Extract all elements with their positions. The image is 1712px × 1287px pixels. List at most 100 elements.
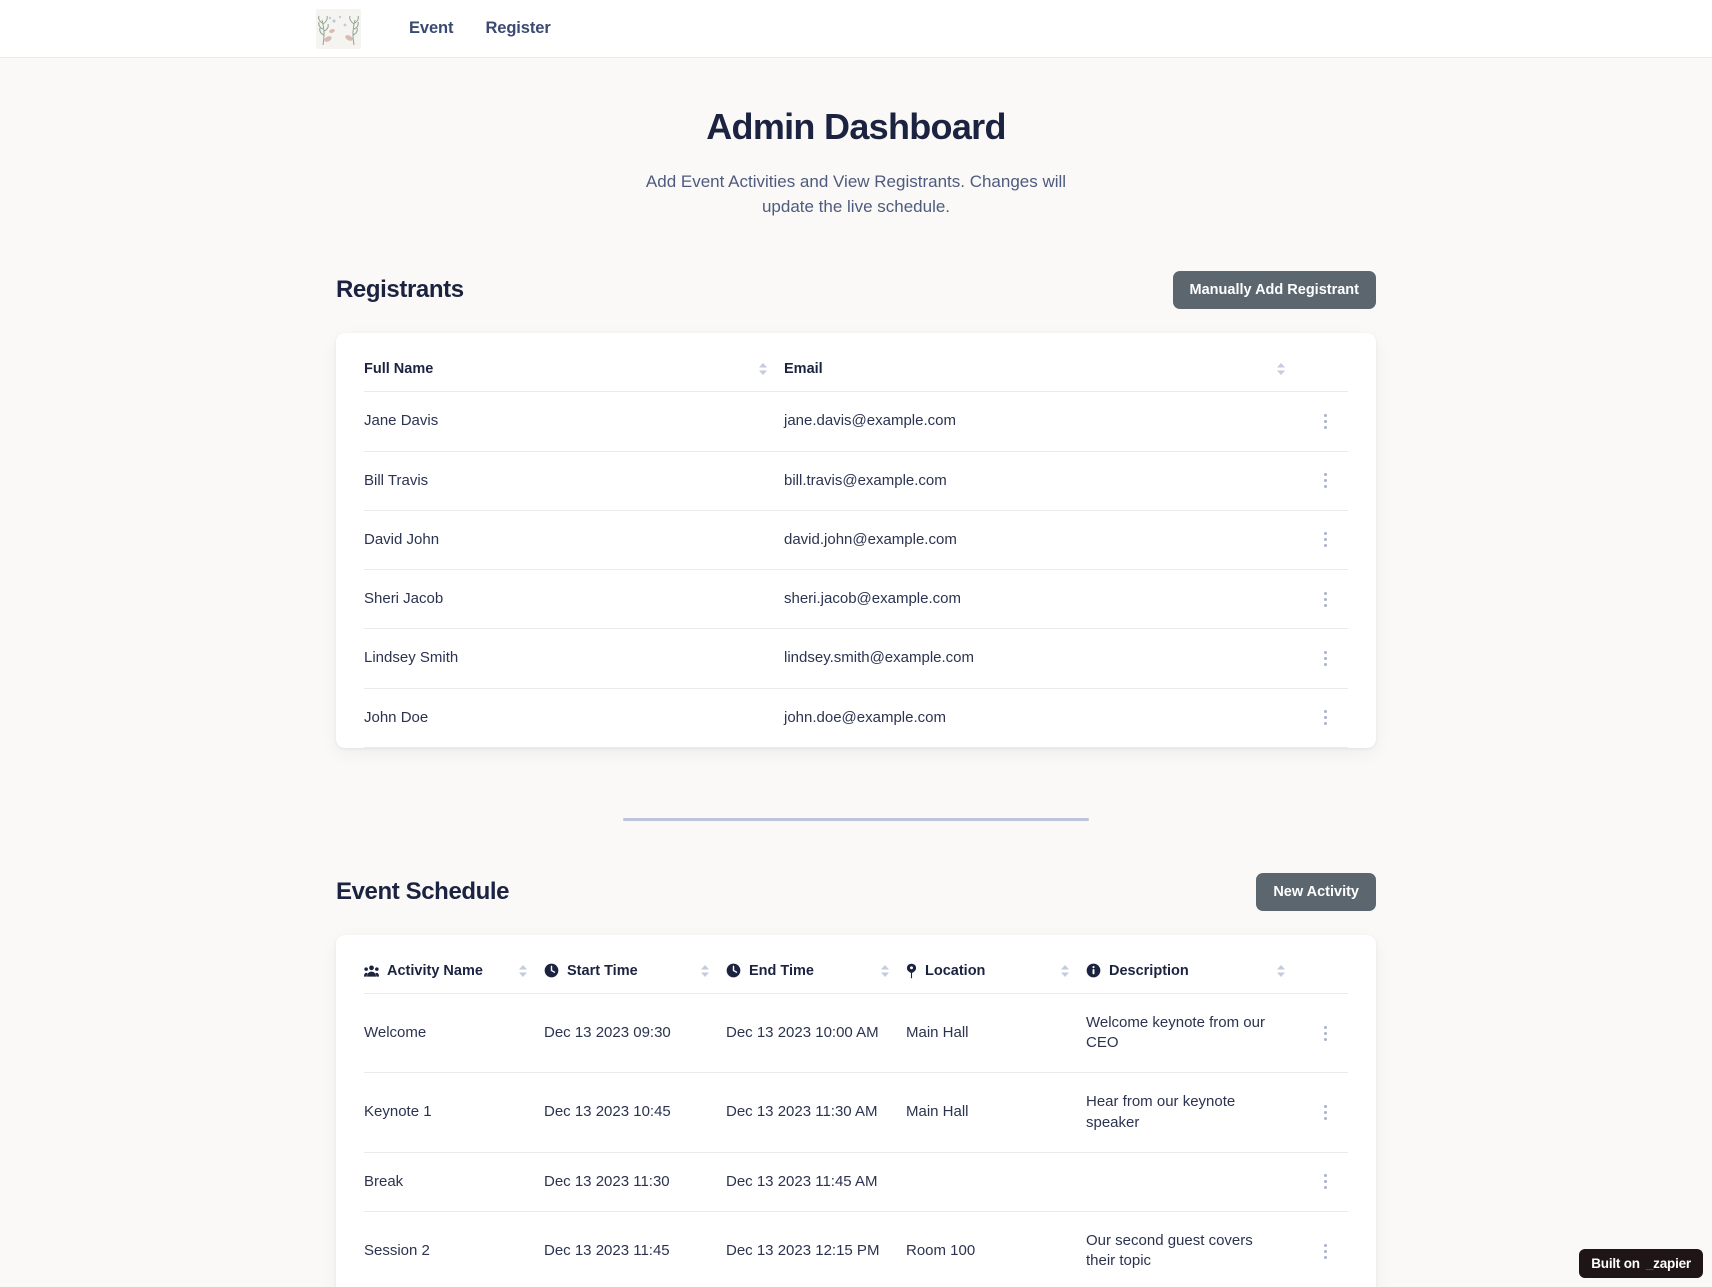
registrants-table: Full Name Email Jane Davis jane.davis@ex… — [364, 333, 1348, 748]
column-label: Location — [925, 962, 986, 979]
column-header-description[interactable]: Description — [1086, 934, 1302, 994]
row-actions-menu-icon[interactable] — [1302, 473, 1348, 489]
built-on-zapier-badge[interactable]: Built on _zapier — [1579, 1249, 1703, 1278]
page-header: Admin Dashboard Add Event Activities and… — [0, 58, 1712, 219]
sort-chevrons-icon[interactable] — [700, 964, 710, 978]
row-actions-menu-icon[interactable] — [1302, 1025, 1348, 1041]
cell-end-time: Dec 13 2023 10:00 AM — [726, 993, 906, 1074]
cell-activity-name: Session 2 — [364, 1211, 544, 1287]
event-schedule-table: Activity Name Start Time End Time Location D… — [364, 934, 1348, 1287]
clock-icon — [544, 963, 559, 978]
cell-email: john.doe@example.com — [784, 688, 1302, 748]
cell-full-name: Jane Davis — [364, 391, 784, 452]
table-row: Break Dec 13 2023 11:30 Dec 13 2023 11:45 … — [364, 1152, 1348, 1213]
nav-link-event[interactable]: Event — [409, 19, 454, 38]
cell-full-name: David John — [364, 510, 784, 571]
sort-chevrons-icon[interactable] — [880, 964, 890, 978]
cell-actions[interactable] — [1302, 993, 1348, 1074]
event-schedule-title: Event Schedule — [336, 877, 510, 905]
cell-email: david.john@example.com — [784, 510, 1302, 571]
cell-full-name: Sheri Jacob — [364, 569, 784, 630]
map-pin-icon — [906, 963, 917, 979]
column-label: End Time — [749, 962, 814, 979]
sort-chevrons-icon[interactable] — [518, 964, 528, 978]
row-actions-menu-icon[interactable] — [1302, 650, 1348, 666]
column-header-location[interactable]: Location — [906, 934, 1086, 994]
nav-links: Event Register — [409, 19, 551, 38]
cell-activity-name: Break — [364, 1152, 544, 1213]
column-header-actions — [1302, 333, 1348, 393]
table-row: Sheri Jacob sheri.jacob@example.com — [364, 569, 1348, 630]
info-icon — [1086, 963, 1101, 978]
column-label: Activity Name — [387, 962, 483, 979]
site-logo[interactable] — [316, 8, 361, 49]
column-label: Start Time — [567, 962, 638, 979]
cell-description: Our second guest covers their topic — [1086, 1211, 1302, 1287]
registrants-table-body: Jane Davis jane.davis@example.com Bill Tra… — [364, 391, 1348, 748]
cell-end-time: Dec 13 2023 12:15 PM — [726, 1211, 906, 1287]
cell-actions[interactable] — [1302, 688, 1348, 748]
new-activity-button[interactable]: New Activity — [1256, 872, 1376, 911]
column-header-start-time[interactable]: Start Time — [544, 934, 726, 994]
nav-link-register[interactable]: Register — [485, 19, 550, 38]
cell-activity-name: Welcome — [364, 993, 544, 1074]
column-label: Description — [1109, 962, 1189, 979]
row-actions-menu-icon[interactable] — [1302, 1105, 1348, 1121]
column-label-email: Email — [784, 361, 823, 378]
row-actions-menu-icon[interactable] — [1302, 413, 1348, 429]
table-row: David John david.john@example.com — [364, 510, 1348, 571]
column-header-actions — [1302, 934, 1348, 994]
cell-full-name: Lindsey Smith — [364, 628, 784, 689]
row-actions-menu-icon[interactable] — [1302, 591, 1348, 607]
cell-location: Main Hall — [906, 1072, 1086, 1153]
cell-actions[interactable] — [1302, 1072, 1348, 1153]
sort-chevrons-icon[interactable] — [1060, 964, 1070, 978]
column-header-full-name[interactable]: Full Name — [364, 333, 784, 393]
row-actions-menu-icon[interactable] — [1302, 1243, 1348, 1259]
column-header-activity-name[interactable]: Activity Name — [364, 934, 544, 994]
cell-full-name: John Doe — [364, 688, 784, 748]
manually-add-registrant-button[interactable]: Manually Add Registrant — [1172, 271, 1376, 310]
row-actions-menu-icon[interactable] — [1302, 710, 1348, 726]
page-subtitle: Add Event Activities and View Registrant… — [645, 172, 1067, 216]
cell-actions[interactable] — [1302, 1211, 1348, 1287]
column-header-end-time[interactable]: End Time — [726, 934, 906, 994]
cell-location: Room 100 — [906, 1211, 1086, 1287]
page-title: Admin Dashboard — [706, 106, 1006, 147]
registrants-table-card: Full Name Email Jane Davis jane.davis@ex… — [336, 333, 1376, 748]
table-row: John Doe john.doe@example.com — [364, 688, 1348, 748]
schedule-header-row: Activity Name Start Time End Time Location D… — [364, 934, 1348, 994]
sort-chevrons-icon[interactable] — [758, 362, 768, 376]
registrants-header-row: Full Name Email — [364, 333, 1348, 393]
cell-description — [1086, 1152, 1302, 1213]
cell-actions[interactable] — [1302, 1152, 1348, 1213]
cell-actions[interactable] — [1302, 391, 1348, 452]
people-icon — [364, 965, 379, 977]
cell-email: jane.davis@example.com — [784, 391, 1302, 452]
table-row: Welcome Dec 13 2023 09:30 Dec 13 2023 10:0… — [364, 993, 1348, 1074]
cell-actions[interactable] — [1302, 451, 1348, 511]
cell-email: lindsey.smith@example.com — [784, 628, 1302, 689]
cell-start-time: Dec 13 2023 09:30 — [544, 993, 726, 1074]
cell-end-time: Dec 13 2023 11:30 AM — [726, 1072, 906, 1153]
table-row: Jane Davis jane.davis@example.com — [364, 391, 1348, 452]
cell-full-name: Bill Travis — [364, 451, 784, 511]
cell-actions[interactable] — [1302, 569, 1348, 630]
cell-email: sheri.jacob@example.com — [784, 569, 1302, 630]
cell-actions[interactable] — [1302, 628, 1348, 689]
schedule-table-body: Welcome Dec 13 2023 09:30 Dec 13 2023 10:0… — [364, 993, 1348, 1287]
cell-end-time: Dec 13 2023 11:45 AM — [726, 1152, 906, 1213]
row-actions-menu-icon[interactable] — [1302, 1174, 1348, 1190]
column-header-email[interactable]: Email — [784, 333, 1302, 393]
schedule-section-header: Event Schedule New Activity — [336, 872, 1376, 911]
column-label-full-name: Full Name — [364, 361, 434, 378]
zapier-brand-label: zapier — [1653, 1256, 1691, 1271]
sort-chevrons-icon[interactable] — [1276, 362, 1286, 376]
cell-location: Main Hall — [906, 993, 1086, 1074]
cell-actions[interactable] — [1302, 510, 1348, 571]
sort-chevrons-icon[interactable] — [1276, 964, 1286, 978]
cell-description: Hear from our keynote speaker — [1086, 1072, 1302, 1153]
cell-activity-name: Keynote 1 — [364, 1072, 544, 1153]
table-row: Lindsey Smith lindsey.smith@example.com — [364, 628, 1348, 689]
row-actions-menu-icon[interactable] — [1302, 532, 1348, 548]
